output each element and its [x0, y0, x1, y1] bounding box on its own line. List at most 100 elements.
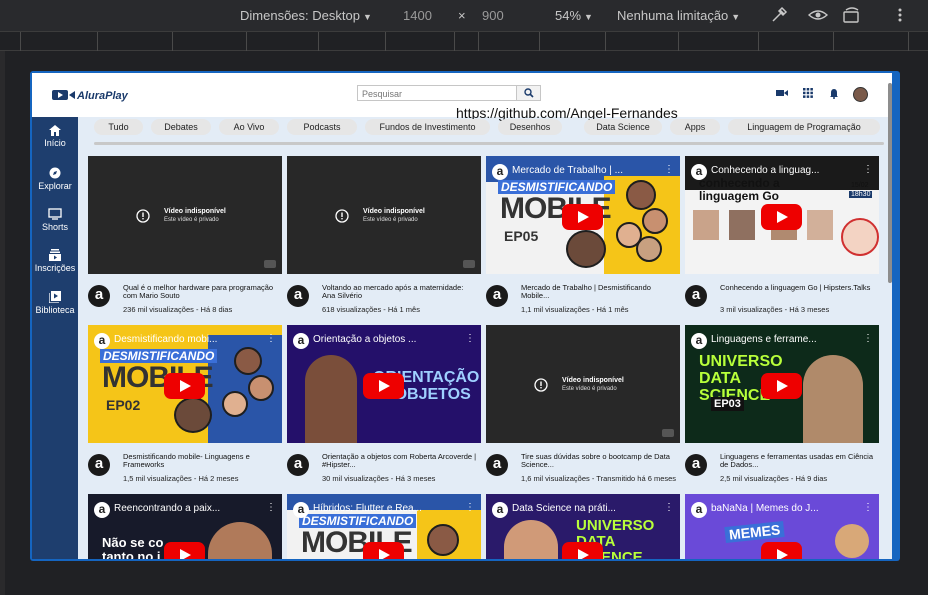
more-vert-icon[interactable]: ⋮ [664, 164, 674, 175]
channel-avatar[interactable]: a [287, 285, 309, 307]
video-thumbnail[interactable]: UNIVERSO DATA SCIENCE EP03 a Linguagens … [685, 325, 879, 443]
sidebar-item-inicio[interactable]: Início [32, 125, 78, 148]
more-vert-icon[interactable]: ⋮ [465, 333, 475, 344]
throttle-dropdown[interactable]: Nenhuma limitação ▼ [617, 8, 740, 23]
chip-tudo[interactable]: Tudo [94, 119, 143, 135]
channel-avatar[interactable]: a [685, 285, 707, 307]
more-vert-icon[interactable]: ⋮ [664, 502, 674, 513]
chip-podcasts[interactable]: Podcasts [287, 119, 357, 135]
thumb-mascot [841, 218, 879, 256]
more-vert-icon[interactable]: ⋮ [863, 333, 873, 344]
more-vert-icon[interactable]: ⋮ [465, 502, 475, 513]
video-thumbnail[interactable]: Não se co tanto no i a Reencontrando a p… [88, 494, 282, 559]
sidebar-item-inscricoes[interactable]: Inscrições [32, 249, 78, 273]
home-icon [49, 125, 61, 136]
video-thumbnail[interactable]: MEMES a baNaNa | Memes do J... ⋮ [685, 494, 879, 559]
more-vert-icon[interactable] [896, 7, 904, 23]
sidebar-label: Shorts [41, 222, 68, 232]
logo-text[interactable]: AluraPlay [77, 90, 128, 102]
sidebar-label: Inscrições [34, 263, 76, 273]
video-title[interactable]: Desmistificando mobile- Linguagens e Fra… [123, 453, 278, 469]
video-title[interactable]: Mercado de Trabalho | Desmistificando Mo… [521, 284, 676, 300]
video-title[interactable]: Orientação a objetos com Roberta Arcover… [322, 453, 477, 469]
channel-avatar[interactable]: a [88, 285, 110, 307]
more-vert-icon[interactable]: ⋮ [266, 333, 276, 344]
info-circle-icon [534, 378, 548, 392]
video-camera-icon[interactable] [776, 88, 788, 98]
channel-icon: a [691, 502, 707, 518]
sidebar-item-shorts[interactable]: Shorts [32, 208, 78, 232]
apps-grid-icon[interactable] [803, 88, 813, 98]
channel-avatar[interactable]: a [287, 454, 309, 476]
play-button-icon[interactable] [164, 373, 205, 399]
chevron-down-icon: ▼ [362, 12, 372, 22]
width-input[interactable]: 1400 [403, 8, 432, 23]
library-icon [49, 291, 61, 303]
play-button-icon[interactable] [164, 542, 205, 559]
channel-icon: a [691, 333, 707, 349]
thumb-person [729, 210, 755, 240]
channel-avatar[interactable]: a [486, 285, 508, 307]
video-title[interactable]: Qual é o melhor hardware para programaçã… [123, 284, 278, 300]
video-meta: 30 mil visualizações - Há 3 meses [322, 474, 436, 483]
chip-debates[interactable]: Debates [151, 119, 211, 135]
aluraplay-logo-icon[interactable] [52, 89, 76, 101]
chip-ao-vivo[interactable]: Ao Vivo [219, 119, 279, 135]
play-button-icon[interactable] [761, 542, 802, 559]
play-button-icon[interactable] [761, 373, 802, 399]
chip-data-science[interactable]: Data Science [584, 119, 662, 135]
video-thumbnail[interactable]: DESMISTIFICANDO MOBILE EP02 a Desmistifi… [88, 325, 282, 443]
sidebar-item-explorar[interactable]: Explorar [32, 167, 78, 191]
times-label: × [458, 8, 466, 23]
chip-linguagem[interactable]: Linguagem de Programação [728, 119, 880, 135]
video-thumbnail[interactable]: UNIVERSO DATA SCIENCE a Data Science na … [486, 494, 680, 559]
video-thumbnail[interactable]: conhecendo a linguagem Go 15/02 18h30 a … [685, 156, 879, 274]
page-scrollbar[interactable] [888, 83, 892, 283]
sidebar-label: Explorar [38, 181, 72, 191]
video-thumbnail[interactable]: DESMISTIFICANDO MOBILE a Híbridos: Flutt… [287, 494, 481, 559]
play-button-icon[interactable] [761, 204, 802, 230]
video-title[interactable]: Conhecendo a linguagem Go | Hipsters.Tal… [720, 284, 875, 292]
channel-avatar[interactable]: a [88, 454, 110, 476]
more-vert-icon[interactable]: ⋮ [266, 502, 276, 513]
zoom-label: 54% [555, 8, 582, 23]
chip-fundos[interactable]: Fundos de Investimento [365, 119, 490, 135]
eyedropper-icon[interactable] [770, 6, 788, 24]
chevron-down-icon: ▼ [584, 12, 593, 22]
user-avatar[interactable] [853, 87, 868, 102]
sidebar-item-biblioteca[interactable]: Biblioteca [32, 291, 78, 315]
video-title[interactable]: Tire suas dúvidas sobre o bootcamp de Da… [521, 453, 676, 469]
video-thumbnail[interactable]: ORIENTAÇÃO A OBJETOS a Orientação a obje… [287, 325, 481, 443]
youtube-logo-icon [463, 260, 475, 268]
video-title[interactable]: Linguagens e ferramentas usadas em Ciênc… [720, 453, 875, 469]
chips-scrollbar[interactable] [94, 142, 884, 145]
rotate-device-icon[interactable] [842, 6, 862, 24]
shorts-icon [48, 208, 62, 220]
play-button-icon[interactable] [363, 542, 404, 559]
play-button-icon[interactable] [562, 542, 603, 559]
bell-icon[interactable] [829, 88, 839, 99]
video-thumbnail[interactable]: Vídeo indisponível Este vídeo é privado [88, 156, 282, 274]
video-thumbnail[interactable]: DESMISTIFICANDO MOBILE EP05 a Mercado de… [486, 156, 680, 274]
more-vert-icon[interactable]: ⋮ [863, 164, 873, 175]
eye-icon[interactable] [808, 7, 828, 23]
video-thumbnail[interactable]: Vídeo indisponível Este vídeo é privado [486, 325, 680, 443]
chip-apps[interactable]: Apps [670, 119, 720, 135]
search-input[interactable]: Pesquisar [357, 85, 517, 101]
thumb-title: Desmistificando mobi... [114, 334, 218, 345]
video-title[interactable]: Voltando ao mercado após a maternidade: … [322, 284, 477, 300]
video-thumbnail[interactable]: Vídeo indisponível Este vídeo é privado [287, 156, 481, 274]
channel-icon: a [94, 333, 110, 349]
dimensions-dropdown[interactable]: Dimensões: Desktop ▼ [240, 8, 372, 23]
search-button[interactable] [517, 85, 541, 101]
more-vert-icon[interactable]: ⋮ [863, 502, 873, 513]
play-button-icon[interactable] [363, 373, 404, 399]
channel-avatar[interactable]: a [685, 454, 707, 476]
dimensions-label: Dimensões: Desktop [240, 8, 360, 23]
play-button-icon[interactable] [562, 204, 603, 230]
height-input[interactable]: 900 [482, 8, 504, 23]
chip-desenhos[interactable]: Desenhos [498, 119, 562, 135]
channel-avatar[interactable]: a [486, 454, 508, 476]
thumb-person [803, 355, 863, 443]
zoom-dropdown[interactable]: 54% ▼ [555, 8, 593, 23]
